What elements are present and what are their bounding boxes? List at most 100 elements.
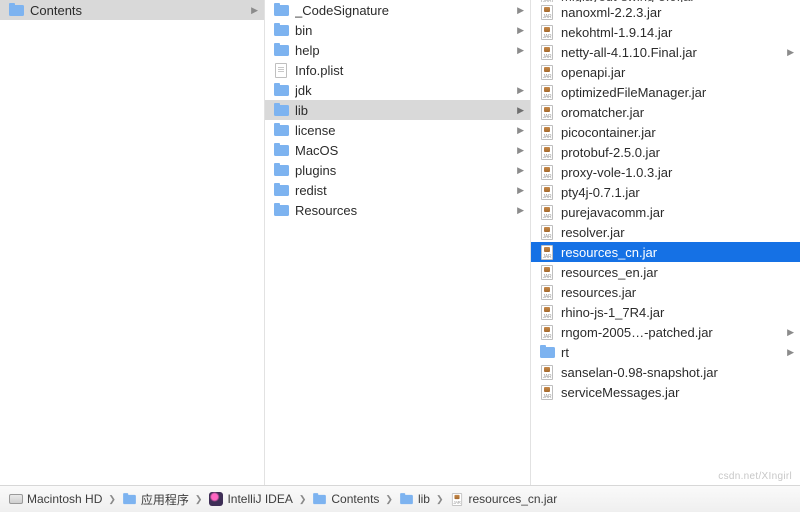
breadcrumb[interactable]: resources_cn.jar bbox=[450, 492, 558, 507]
folder-icon bbox=[8, 2, 24, 18]
item-label: pty4j-0.7.1.jar bbox=[561, 185, 784, 200]
item-label: purejavacomm.jar bbox=[561, 205, 784, 220]
breadcrumb[interactable]: lib bbox=[399, 492, 430, 507]
item-label: Resources bbox=[295, 203, 514, 218]
item-label: resolver.jar bbox=[561, 225, 784, 240]
file-icon bbox=[273, 62, 289, 78]
item-label: serviceMessages.jar bbox=[561, 385, 784, 400]
list-item[interactable]: rhino-js-1_7R4.jar bbox=[531, 302, 800, 322]
breadcrumb-separator-icon: ❯ bbox=[195, 494, 203, 505]
list-item[interactable]: _CodeSignature▶ bbox=[265, 0, 530, 20]
jar-icon bbox=[450, 492, 465, 507]
list-item[interactable]: resolver.jar bbox=[531, 222, 800, 242]
breadcrumb-label: Contents bbox=[331, 492, 379, 506]
folder-icon bbox=[273, 22, 289, 38]
chevron-right-icon: ▶ bbox=[514, 85, 524, 96]
jar-icon bbox=[539, 204, 555, 220]
jar-icon bbox=[539, 64, 555, 80]
list-item[interactable]: Info.plist bbox=[265, 60, 530, 80]
list-item[interactable]: purejavacomm.jar bbox=[531, 202, 800, 222]
path-bar[interactable]: Macintosh HD❯应用程序❯IntelliJ IDEA❯Contents… bbox=[0, 486, 800, 512]
jar-icon bbox=[539, 44, 555, 60]
item-label: rt bbox=[561, 345, 784, 360]
list-item[interactable]: MacOS▶ bbox=[265, 140, 530, 160]
chevron-right-icon: ▶ bbox=[514, 165, 524, 176]
jar-icon bbox=[539, 0, 555, 2]
column-2[interactable]: _CodeSignature▶bin▶help▶Info.plistjdk▶li… bbox=[264, 0, 530, 485]
item-label: help bbox=[295, 43, 514, 58]
breadcrumb-label: IntelliJ IDEA bbox=[227, 492, 292, 506]
column-1[interactable]: Contents▶ bbox=[0, 0, 264, 485]
list-item[interactable]: pty4j-0.7.1.jar bbox=[531, 182, 800, 202]
list-item[interactable]: oromatcher.jar bbox=[531, 102, 800, 122]
list-item[interactable]: redist▶ bbox=[265, 180, 530, 200]
chevron-right-icon: ▶ bbox=[514, 205, 524, 216]
list-item[interactable]: protobuf-2.5.0.jar bbox=[531, 142, 800, 162]
item-label: resources_cn.jar bbox=[561, 245, 784, 260]
jar-icon bbox=[539, 264, 555, 280]
breadcrumb[interactable]: Contents bbox=[312, 492, 379, 507]
list-item[interactable]: picocontainer.jar bbox=[531, 122, 800, 142]
folder-icon bbox=[273, 102, 289, 118]
chevron-right-icon: ▶ bbox=[514, 125, 524, 136]
jar-icon bbox=[539, 384, 555, 400]
item-label: nanoxml-2.2.3.jar bbox=[561, 5, 784, 20]
list-item[interactable]: license▶ bbox=[265, 120, 530, 140]
list-item[interactable]: Contents▶ bbox=[0, 0, 264, 20]
breadcrumb[interactable]: Macintosh HD bbox=[8, 492, 102, 507]
item-label: nekohtml-1.9.14.jar bbox=[561, 25, 784, 40]
chevron-right-icon: ▶ bbox=[784, 347, 794, 358]
folder-icon bbox=[312, 492, 327, 507]
list-item[interactable]: resources_cn.jar bbox=[531, 242, 800, 262]
list-item[interactable]: serviceMessages.jar bbox=[531, 382, 800, 402]
folder-icon bbox=[273, 82, 289, 98]
item-label: jdk bbox=[295, 83, 514, 98]
finder-window: Contents▶ _CodeSignature▶bin▶help▶Info.p… bbox=[0, 0, 800, 512]
chevron-right-icon: ▶ bbox=[514, 185, 524, 196]
jar-icon bbox=[539, 184, 555, 200]
item-label: resources.jar bbox=[561, 285, 784, 300]
list-item[interactable]: nekohtml-1.9.14.jar bbox=[531, 22, 800, 42]
list-item[interactable]: resources_en.jar bbox=[531, 262, 800, 282]
chevron-right-icon: ▶ bbox=[514, 45, 524, 56]
jar-icon bbox=[539, 364, 555, 380]
item-label: proxy-vole-1.0.3.jar bbox=[561, 165, 784, 180]
list-item[interactable]: rngom-2005…-patched.jar▶ bbox=[531, 322, 800, 342]
list-item[interactable]: resources.jar bbox=[531, 282, 800, 302]
item-label: Info.plist bbox=[295, 63, 514, 78]
jar-icon bbox=[539, 304, 555, 320]
breadcrumb[interactable]: 应用程序 bbox=[122, 491, 189, 508]
list-item[interactable]: jdk▶ bbox=[265, 80, 530, 100]
column-3[interactable]: miglayout-swing-5.0.jar nanoxml-2.2.3.jar… bbox=[530, 0, 800, 485]
list-item[interactable]: plugins▶ bbox=[265, 160, 530, 180]
list-item[interactable]: openapi.jar bbox=[531, 62, 800, 82]
folder-icon bbox=[273, 162, 289, 178]
item-label: license bbox=[295, 123, 514, 138]
list-item[interactable]: bin▶ bbox=[265, 20, 530, 40]
item-label: oromatcher.jar bbox=[561, 105, 784, 120]
list-item[interactable]: optimizedFileManager.jar bbox=[531, 82, 800, 102]
item-label: Contents bbox=[30, 3, 248, 18]
list-item[interactable]: nanoxml-2.2.3.jar bbox=[531, 2, 800, 22]
item-label: redist bbox=[295, 183, 514, 198]
list-item[interactable]: netty-all-4.1.10.Final.jar▶ bbox=[531, 42, 800, 62]
list-item[interactable]: help▶ bbox=[265, 40, 530, 60]
list-item[interactable]: miglayout-swing-5.0.jar bbox=[531, 0, 800, 2]
folder-icon bbox=[399, 492, 414, 507]
chevron-right-icon: ▶ bbox=[514, 145, 524, 156]
breadcrumb[interactable]: IntelliJ IDEA bbox=[208, 492, 292, 507]
jar-icon bbox=[539, 24, 555, 40]
list-item[interactable]: proxy-vole-1.0.3.jar bbox=[531, 162, 800, 182]
jar-icon bbox=[539, 244, 555, 260]
jar-icon bbox=[539, 124, 555, 140]
list-item[interactable]: sanselan-0.98-snapshot.jar bbox=[531, 362, 800, 382]
list-item[interactable]: rt▶ bbox=[531, 342, 800, 362]
item-label: _CodeSignature bbox=[295, 3, 514, 18]
column-view: Contents▶ _CodeSignature▶bin▶help▶Info.p… bbox=[0, 0, 800, 486]
folder-icon bbox=[273, 122, 289, 138]
breadcrumb-separator-icon: ❯ bbox=[299, 494, 307, 505]
list-item[interactable]: Resources▶ bbox=[265, 200, 530, 220]
jar-icon bbox=[539, 104, 555, 120]
folder-icon bbox=[122, 492, 137, 507]
list-item[interactable]: lib▶ bbox=[265, 100, 530, 120]
